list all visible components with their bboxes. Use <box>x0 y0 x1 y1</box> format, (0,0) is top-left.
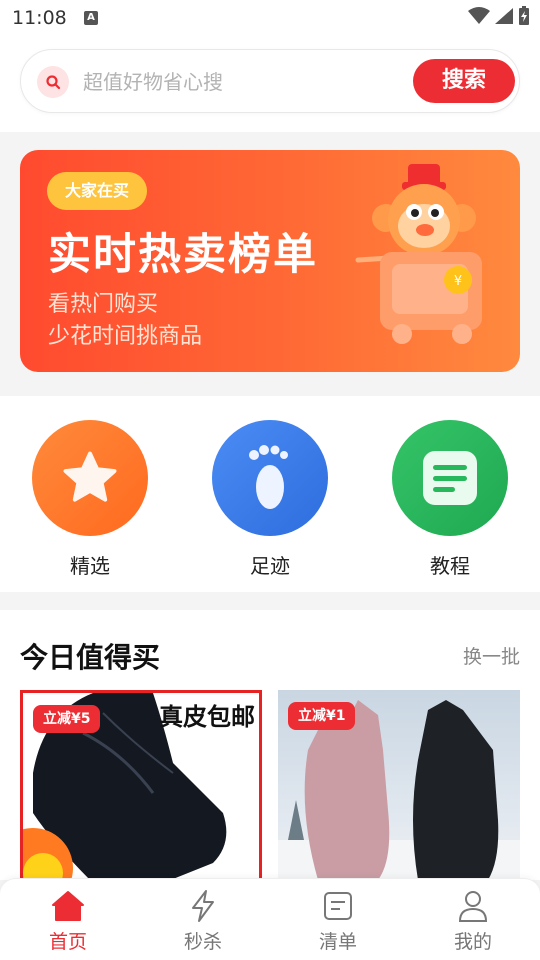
banner-section: 大家在买 实时热卖榜单 看热门购买 少花时间挑商品 ¥ <box>0 132 540 394</box>
tab-list[interactable]: 清单 <box>288 887 388 954</box>
category-section: 精选 足迹 教程 <box>0 396 540 592</box>
banner-badge: 大家在买 <box>47 172 148 210</box>
status-icons <box>468 6 530 26</box>
battery-icon <box>519 6 529 25</box>
notification-a-icon: A <box>84 11 98 25</box>
wifi-icon <box>468 7 490 24</box>
signal-icon <box>495 8 513 24</box>
tab-flash-sale[interactable]: 秒杀 <box>153 887 253 954</box>
bottom-tab-bar: 首页 秒杀 清单 我的 <box>0 878 540 960</box>
coin-symbol: ¥ <box>454 274 462 289</box>
section-title: 今日值得买 <box>20 641 161 674</box>
search-section: 搜索 <box>0 36 540 132</box>
category-tutorial[interactable]: 教程 <box>392 420 508 579</box>
lightning-icon <box>153 887 253 925</box>
tab-profile[interactable]: 我的 <box>423 887 523 954</box>
list-icon <box>288 887 388 925</box>
status-time: 11:08 <box>12 7 67 29</box>
tab-home[interactable]: 首页 <box>18 887 118 954</box>
tab-label: 首页 <box>48 931 87 953</box>
hot-sale-banner[interactable]: 大家在买 实时热卖榜单 看热门购买 少花时间挑商品 ¥ <box>20 150 520 372</box>
today-section: 今日值得买 换一批 立减¥5 真皮包邮 立减¥1 <box>0 610 540 880</box>
tab-label: 清单 <box>318 931 357 953</box>
star-icon <box>32 420 148 536</box>
search-input[interactable] <box>83 68 403 96</box>
refresh-link[interactable]: 换一批 <box>463 642 520 669</box>
tab-label: 秒杀 <box>183 931 222 953</box>
footprint-icon <box>212 420 328 536</box>
banner-subtitle-2: 少花时间挑商品 <box>48 324 203 349</box>
banner-title: 实时热卖榜单 <box>48 230 318 280</box>
discount-badge: 立减¥5 <box>33 705 101 733</box>
category-label: 足迹 <box>250 554 290 578</box>
search-icon <box>37 66 69 98</box>
discount-badge: 立减¥1 <box>288 702 356 730</box>
product-overlay-text: 真皮包邮 <box>159 703 255 731</box>
status-bar: 11:08 A <box>0 0 540 36</box>
category-footprint[interactable]: 足迹 <box>212 420 328 579</box>
product-card[interactable]: 立减¥1 <box>278 690 520 880</box>
banner-subtitle-1: 看热门购买 <box>48 292 159 317</box>
search-bar[interactable]: 搜索 <box>20 49 520 113</box>
category-label: 教程 <box>430 554 470 578</box>
product-card[interactable]: 立减¥5 真皮包邮 <box>20 690 262 880</box>
tab-label: 我的 <box>453 931 492 953</box>
search-button[interactable]: 搜索 <box>413 59 515 103</box>
document-icon <box>392 420 508 536</box>
category-featured[interactable]: 精选 <box>32 420 148 579</box>
person-icon <box>423 887 523 925</box>
category-label: 精选 <box>70 554 110 578</box>
monkey-mascot-icon: ¥ <box>355 164 482 344</box>
home-icon <box>18 887 118 925</box>
